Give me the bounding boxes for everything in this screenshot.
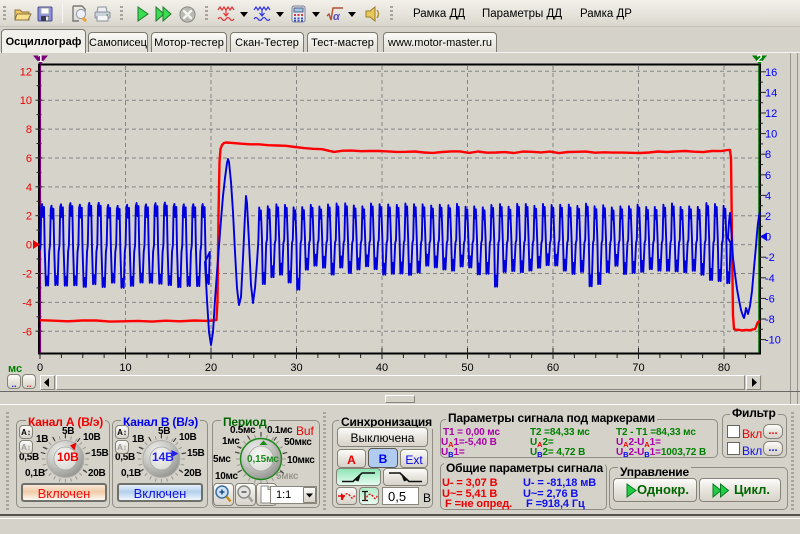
svg-text:6: 6 [26,153,32,165]
svg-text:8: 8 [26,124,32,136]
svg-text:-4: -4 [22,297,32,309]
svg-text:0: 0 [37,362,43,374]
svg-text:10: 10 [765,129,777,141]
svg-text:-6: -6 [22,326,32,338]
svg-text:-2: -2 [22,269,32,281]
svg-text:2: 2 [765,211,771,223]
svg-text:20: 20 [205,362,217,374]
svg-text:10: 10 [119,362,131,374]
svg-text:-10: -10 [765,335,781,347]
svg-text:8: 8 [765,149,771,161]
svg-text:12: 12 [765,108,777,120]
svg-text:50: 50 [461,362,473,374]
svg-text:0: 0 [765,232,771,244]
svg-text:80: 80 [718,362,730,374]
svg-text:70: 70 [632,362,644,374]
svg-text:1: 1 [37,53,43,65]
svg-text:16: 16 [765,67,777,79]
svg-text:30: 30 [290,362,302,374]
svg-text:-2: -2 [765,252,775,264]
svg-text:6: 6 [765,170,771,182]
svg-text:60: 60 [547,362,559,374]
svg-text:2: 2 [26,211,32,223]
svg-text:4: 4 [765,190,771,202]
svg-text:10: 10 [20,95,32,107]
svg-text:14: 14 [765,87,777,99]
svg-text:4: 4 [26,182,32,194]
svg-text:12: 12 [20,66,32,78]
svg-text:0: 0 [26,240,32,252]
svg-text:2: 2 [756,53,762,65]
svg-text:-4: -4 [765,273,775,285]
svg-text:-6: -6 [765,293,775,305]
svg-text:40: 40 [376,362,388,374]
svg-text:-8: -8 [765,314,775,326]
svg-text:α: α [333,11,341,22]
